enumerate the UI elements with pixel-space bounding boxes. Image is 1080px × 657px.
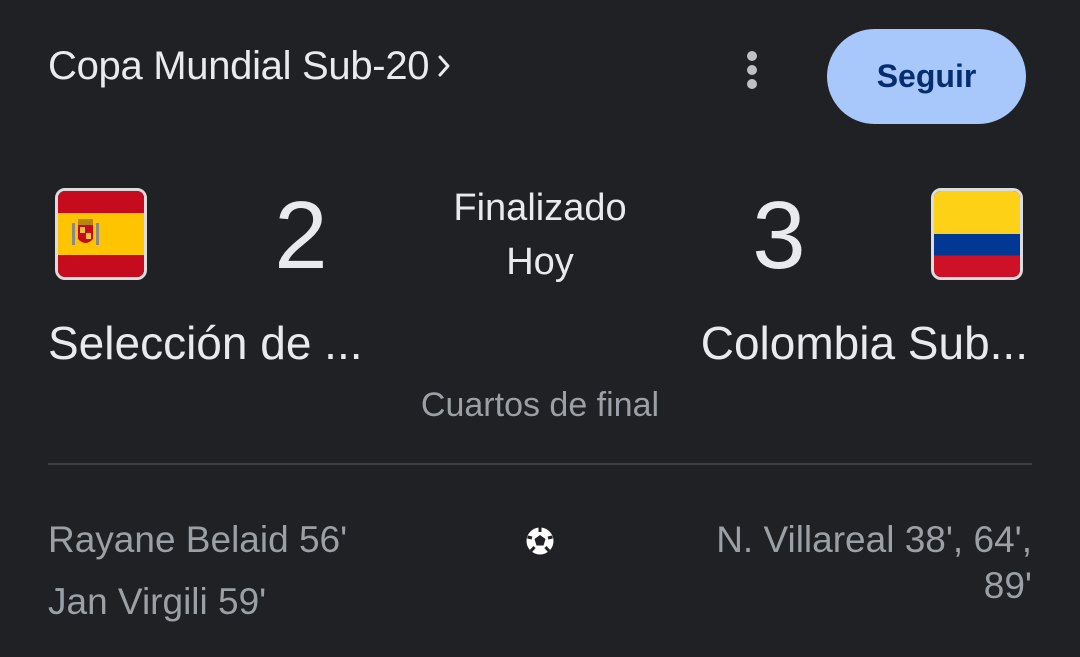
competition-title: Copa Mundial Sub-20 (48, 44, 430, 88)
chevron-right-icon (435, 40, 455, 92)
away-scorer: 89' (983, 565, 1032, 606)
match-date: Hoy (506, 241, 574, 283)
match-status: Finalizado (453, 187, 627, 229)
away-scorer: N. Villareal 38', 64', (716, 519, 1032, 560)
match-round: Cuartos de final (420, 386, 660, 424)
home-score: 2 (274, 182, 328, 289)
home-scorer: Jan Virgili 59' (48, 581, 267, 622)
away-team-name[interactable]: Colombia Sub... (701, 313, 1028, 373)
away-score: 3 (752, 182, 806, 289)
follow-button[interactable]: Seguir (827, 29, 1026, 124)
more-vert-icon (747, 51, 757, 89)
spain-flag-icon (55, 188, 147, 280)
more-options-button[interactable] (726, 44, 778, 96)
colombia-flag-icon (931, 188, 1023, 280)
divider (48, 463, 1032, 465)
soccer-ball-icon (524, 525, 556, 557)
follow-button-label: Seguir (876, 58, 977, 94)
home-team-name[interactable]: Selección de ... (48, 313, 363, 373)
home-scorer: Rayane Belaid 56' (48, 519, 348, 560)
competition-link[interactable]: Copa Mundial Sub-20 (48, 40, 455, 92)
